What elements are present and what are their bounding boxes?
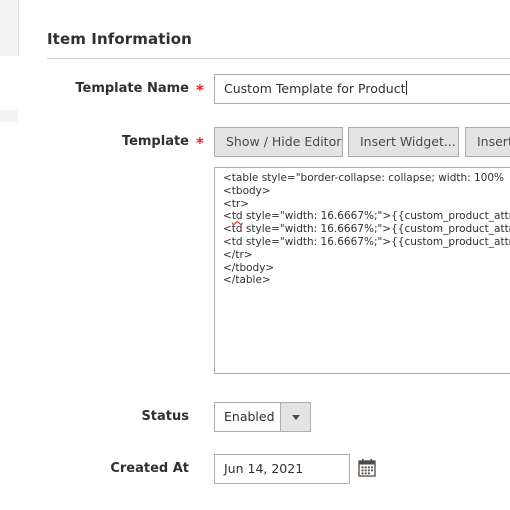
spellcheck-underlined-word: td — [231, 210, 243, 223]
status-select[interactable]: Enabled — [214, 402, 311, 432]
editor-line: <td style="width: 16.6667%;">{{custom_pr… — [223, 235, 510, 248]
template-name-label: Template Name — [75, 81, 189, 96]
editor-line: </tbody> — [223, 261, 275, 274]
template-label: Template — [121, 134, 189, 149]
insert-widget-button[interactable]: Insert Widget... — [348, 127, 459, 157]
section-title: Item Information — [47, 30, 192, 48]
template-name-input[interactable]: Custom Template for Product — [214, 74, 510, 104]
editor-line: </table> — [223, 274, 271, 287]
created-at-label: Created At — [110, 461, 189, 476]
editor-line: <td style="width: 16.6667%;">{{custom_pr… — [223, 223, 510, 236]
sidebar-edge-lower — [0, 110, 18, 122]
created-at-input[interactable]: Jun 14, 2021 — [214, 454, 350, 484]
editor-line-rest: style="width: 16.6667%;">{{custom_produc… — [245, 210, 510, 223]
section-divider — [47, 58, 510, 59]
item-information-form: Item Information Template Name * Custom … — [0, 0, 510, 510]
required-marker: * — [196, 134, 204, 152]
sidebar-edge — [0, 0, 19, 56]
show-hide-editor-button[interactable]: Show / Hide Editor — [214, 127, 343, 157]
text-caret — [405, 81, 407, 95]
editor-line-open: < — [223, 210, 232, 223]
status-selected-value: Enabled — [224, 409, 275, 424]
editor-line: <table style="border-collapse: collapse;… — [223, 172, 505, 184]
editor-line-spellcheck: <td style="width: 16.6667%;">{{custom_pr… — [223, 210, 510, 223]
chevron-down-icon[interactable] — [280, 403, 310, 431]
required-marker: * — [196, 81, 204, 99]
template-name-value: Custom Template for Product — [224, 81, 406, 96]
status-label: Status — [141, 409, 189, 424]
editor-line: </tr> — [223, 248, 253, 261]
insert-variable-button[interactable]: Insert — [465, 127, 510, 157]
calendar-icon[interactable] — [356, 457, 378, 479]
template-editor-textarea[interactable]: <table style="border-collapse: collapse;… — [214, 167, 510, 374]
editor-line: <tbody> — [223, 184, 271, 197]
editor-line: <tr> — [223, 197, 250, 210]
